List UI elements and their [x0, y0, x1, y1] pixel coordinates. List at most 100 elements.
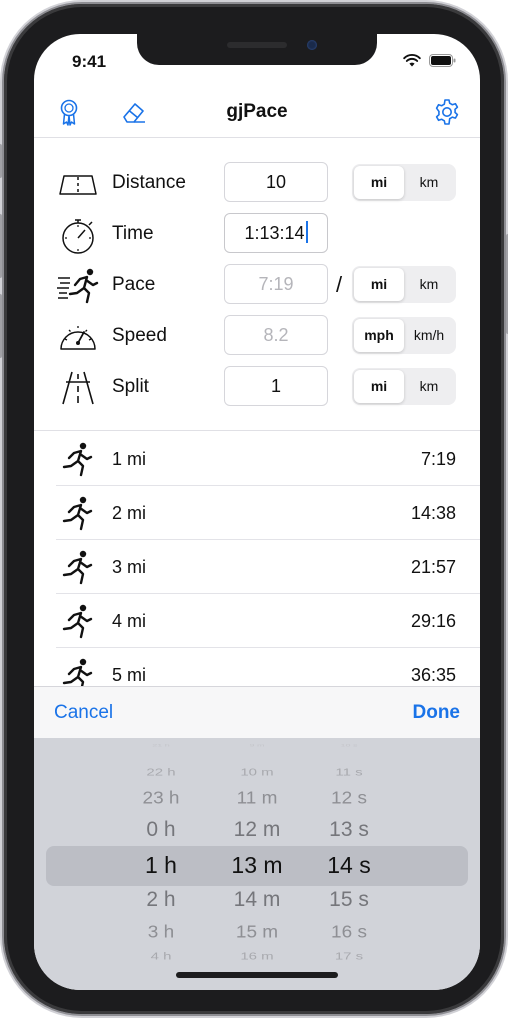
minutes-option[interactable]: 11 m: [212, 789, 302, 809]
hours-option[interactable]: 0 h: [116, 818, 206, 842]
pace-unit-km[interactable]: km: [404, 268, 454, 301]
speed-unit-kmh[interactable]: km/h: [404, 319, 454, 352]
seconds-option[interactable]: 13 s: [304, 818, 394, 842]
split-time: 36:35: [410, 665, 456, 685]
split-list-item[interactable]: 1 mi 7:19: [56, 432, 480, 486]
hours-option[interactable]: 1 h: [116, 852, 206, 879]
pace-separator: /: [336, 272, 343, 297]
split-label: Split: [112, 376, 149, 397]
speed-row: Speed 8.2 mph km/h: [34, 311, 480, 361]
seconds-option[interactable]: 14 s: [304, 852, 394, 879]
split-distance: 5 mi: [112, 665, 147, 685]
split-list-item[interactable]: 2 mi 14:38: [56, 486, 480, 540]
speed-label: Speed: [112, 325, 167, 346]
runner-icon: [58, 548, 96, 586]
hours-option[interactable]: 23 h: [116, 789, 206, 809]
volume-down-button: [0, 294, 2, 358]
hours-option[interactable]: 2 h: [116, 888, 206, 912]
split-time: 14:38: [410, 503, 456, 523]
runner-icon: [58, 602, 96, 640]
nav-title: gjPace: [226, 101, 288, 122]
status-time: 9:41: [72, 52, 107, 71]
volume-up-button: [0, 214, 2, 278]
distance-row: Distance 10 mi km: [34, 158, 480, 208]
time-row: Time 1:13:14: [34, 209, 480, 259]
pace-label: Pace: [112, 274, 156, 295]
split-time: 21:57: [410, 557, 456, 577]
text-cursor: [305, 221, 308, 243]
battery-icon: [429, 54, 456, 67]
form-divider: [34, 430, 480, 431]
time-value: 1:13:14: [244, 223, 305, 243]
gear-icon[interactable]: [432, 97, 462, 127]
minutes-option[interactable]: 9 m: [217, 744, 298, 748]
time-input[interactable]: 1:13:14: [224, 213, 328, 253]
stopwatch-icon: [62, 219, 94, 254]
hours-option[interactable]: 22 h: [116, 767, 206, 779]
hours-option[interactable]: 21 h: [121, 744, 202, 748]
split-distance: 4 mi: [112, 611, 147, 631]
split-unit-segment: mi km: [352, 368, 456, 405]
time-label: Time: [112, 223, 154, 244]
split-time: 7:19: [420, 449, 456, 469]
time-picker: 21 h 22 h 23 h0 h1 h2 h3 h4 h 9 m 10 m 11 m1…: [34, 738, 480, 990]
distance-label: Distance: [112, 172, 186, 193]
split-list-item[interactable]: 4 mi 29:16: [56, 594, 480, 648]
pace-unit-mi[interactable]: mi: [354, 268, 404, 301]
seconds-option[interactable]: 11 s: [304, 767, 394, 779]
picker-toolbar: Cancel Done: [34, 686, 480, 738]
distance-input[interactable]: 10: [224, 162, 328, 202]
status-icons: [403, 54, 456, 67]
road-icon: [59, 175, 97, 195]
minutes-option[interactable]: 15 m: [212, 923, 302, 943]
runner-icon: [58, 656, 96, 690]
seconds-option[interactable]: 12 s: [304, 789, 394, 809]
done-button[interactable]: Done: [413, 702, 461, 724]
cancel-button[interactable]: Cancel: [54, 702, 113, 724]
minutes-option[interactable]: 14 m: [212, 888, 302, 912]
split-list-item[interactable]: 3 mi 21:57: [56, 540, 480, 594]
speedometer-icon: [60, 326, 96, 350]
split-input[interactable]: 1: [224, 366, 328, 406]
wifi-icon: [403, 54, 421, 67]
home-indicator[interactable]: [176, 972, 338, 978]
speed-unit-mph[interactable]: mph: [354, 319, 404, 352]
pace-row: Pace 7:19 / mi km: [34, 260, 480, 310]
minutes-option[interactable]: 13 m: [212, 852, 302, 879]
speed-output[interactable]: 8.2: [224, 315, 328, 355]
seconds-option[interactable]: 10 s: [309, 744, 390, 748]
pace-output[interactable]: 7:19: [224, 264, 328, 304]
split-distance: 2 mi: [112, 503, 147, 523]
distance-unit-km[interactable]: km: [404, 166, 454, 199]
silent-switch: [0, 144, 2, 178]
nav-bar: gjPace: [34, 84, 480, 138]
hours-option[interactable]: 3 h: [116, 923, 206, 943]
split-distance: 3 mi: [112, 557, 147, 577]
split-time: 29:16: [410, 611, 456, 631]
highway-icon: [62, 371, 94, 405]
runner-icon: [58, 440, 96, 478]
distance-unit-segment: mi km: [352, 164, 456, 201]
runner-icon: [58, 494, 96, 532]
screen: 9:41 gjPace Distance 10 mi km Time 1:13:…: [34, 34, 480, 990]
camera: [307, 40, 317, 50]
seconds-option[interactable]: 17 s: [304, 951, 394, 963]
speed-unit-segment: mph km/h: [352, 317, 456, 354]
split-unit-km[interactable]: km: [404, 370, 454, 403]
phone-frame: 9:41 gjPace Distance 10 mi km Time 1:13:…: [0, 4, 508, 1014]
minutes-option[interactable]: 16 m: [212, 951, 302, 963]
split-list-item[interactable]: 5 mi 36:35: [56, 648, 480, 690]
distance-unit-mi[interactable]: mi: [354, 166, 404, 199]
split-distance: 1 mi: [112, 449, 147, 469]
runner-speed-icon: [57, 268, 99, 304]
splits-list[interactable]: 1 mi 7:19 2 mi 14:38 3 mi 21:57 4 mi 29:16 5 mi 3…: [34, 432, 480, 690]
minutes-option[interactable]: 10 m: [212, 767, 302, 779]
seconds-option[interactable]: 15 s: [304, 888, 394, 912]
speaker: [227, 42, 287, 48]
notch: [137, 34, 377, 65]
hours-option[interactable]: 4 h: [116, 951, 206, 963]
minutes-option[interactable]: 12 m: [212, 818, 302, 842]
seconds-option[interactable]: 16 s: [304, 923, 394, 943]
pace-unit-segment: mi km: [352, 266, 456, 303]
split-unit-mi[interactable]: mi: [354, 370, 404, 403]
